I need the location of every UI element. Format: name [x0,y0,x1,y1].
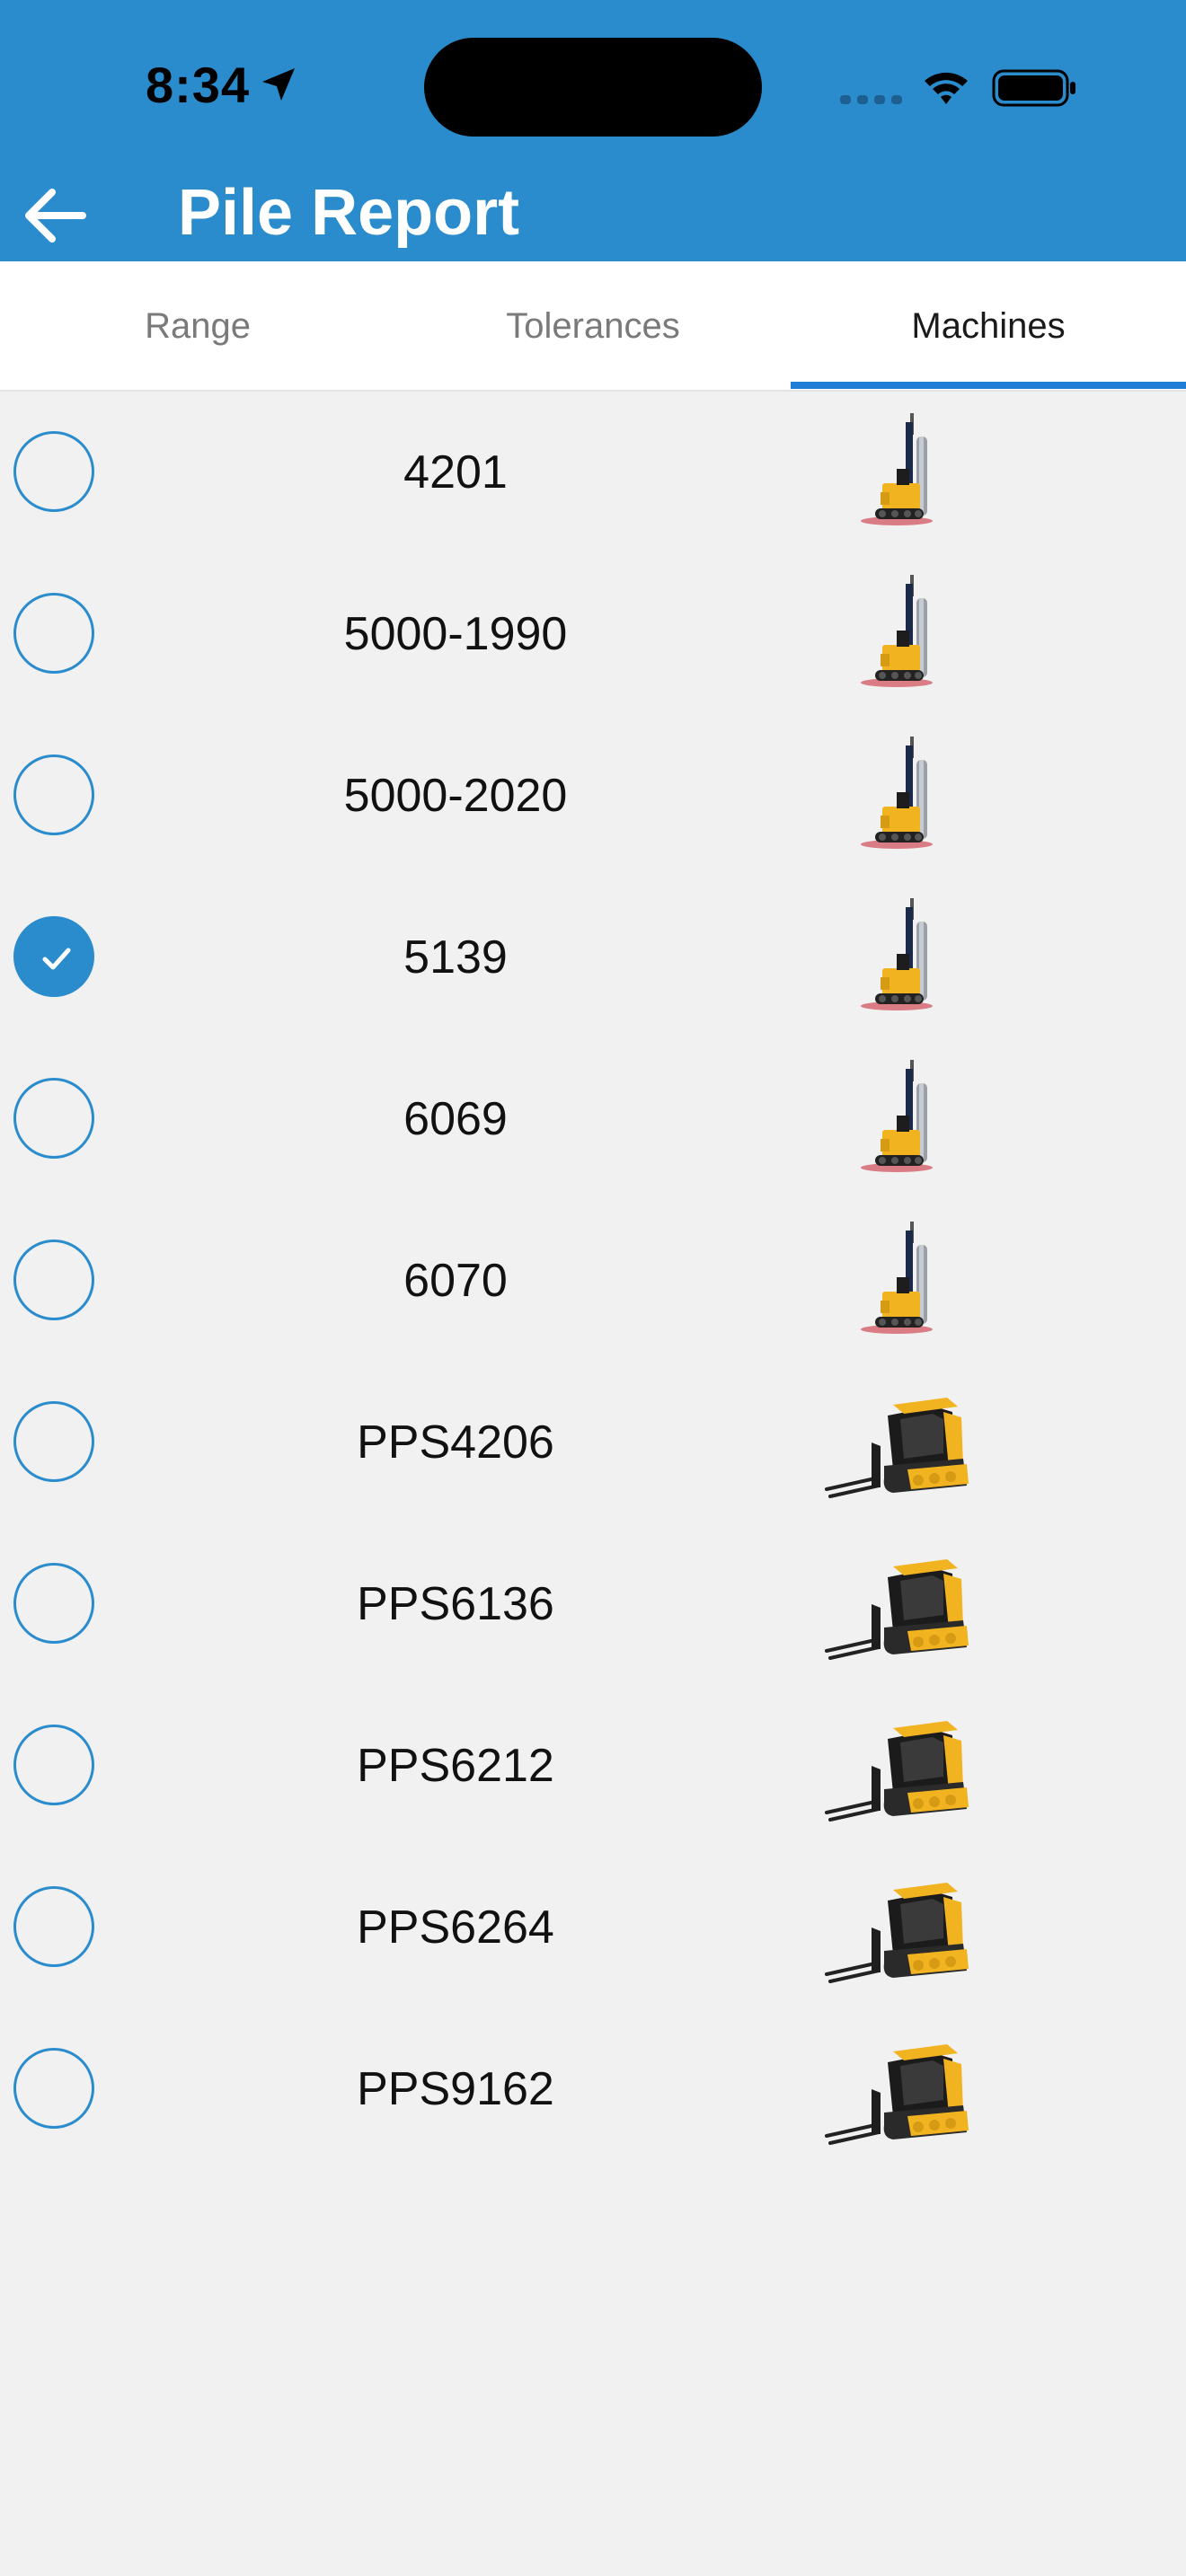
machine-id: PPS4206 [357,1416,554,1469]
radio-unchecked[interactable] [13,1401,94,1482]
machine-id: 5000-1990 [343,608,568,660]
machine-row[interactable]: PPS6264 [0,1847,1186,2008]
tab-tolerances[interactable]: Tolerances [395,261,791,392]
skid-steer-icon [825,1883,969,1983]
machine-id: 6070 [403,1255,508,1307]
machine-id: 5000-2020 [343,770,568,822]
machine-id: 6069 [403,1093,508,1145]
page-title: Pile Report [178,177,520,249]
skid-steer-icon [825,1559,969,1660]
machine-row[interactable]: 5000-2020 [0,715,1186,877]
radio-unchecked[interactable] [13,1886,94,1967]
machine-row[interactable]: PPS6212 [0,1685,1186,1847]
radio-unchecked[interactable] [13,1563,94,1644]
machine-id: PPS6212 [357,1740,554,1792]
tab-range[interactable]: Range [0,261,395,392]
radio-unchecked[interactable] [13,754,94,835]
machine-row[interactable]: 6070 [0,1200,1186,1362]
checkmark-icon [42,948,71,970]
machine-id: 4201 [403,446,508,498]
radio-unchecked[interactable] [13,593,94,674]
machine-row[interactable]: PPS4206 [0,1362,1186,1523]
pile-driver-icon [861,575,933,687]
machine-row[interactable]: 5000-1990 [0,553,1186,715]
skid-steer-icon [825,1398,969,1498]
wifi-icon [925,72,968,104]
location-arrow-icon [262,68,295,101]
machine-row[interactable]: PPS9162 [0,2008,1186,2170]
machine-id: PPS6264 [357,1901,554,1954]
radio-unchecked[interactable] [13,431,94,512]
machine-row[interactable]: 6069 [0,1038,1186,1200]
tab-machines[interactable]: Machines [791,261,1186,392]
skid-steer-icon [825,1721,969,1822]
active-tab-indicator [791,382,1186,389]
machine-id: 5139 [403,931,508,984]
radio-checked[interactable] [13,916,94,997]
status-time: 8:34 [146,57,251,113]
radio-unchecked[interactable] [13,1239,94,1320]
machine-row[interactable]: 5139 [0,877,1186,1038]
pile-driver-icon [861,413,933,525]
radio-unchecked[interactable] [13,1725,94,1805]
pile-driver-icon [861,737,933,849]
pile-driver-icon [861,898,933,1010]
pile-driver-icon [861,1222,933,1334]
skid-steer-icon [825,2044,969,2145]
battery-icon [992,69,1075,107]
back-arrow-icon[interactable] [20,180,92,251]
machine-id: PPS9162 [357,2063,554,2115]
radio-unchecked[interactable] [13,1078,94,1159]
cellular-signal-icon [840,95,902,104]
machine-row[interactable]: 4201 [0,392,1186,553]
machine-row[interactable]: PPS6136 [0,1523,1186,1685]
dynamic-island [424,38,762,137]
tab-bar: Range Tolerances Machines [0,261,1186,392]
radio-unchecked[interactable] [13,2048,94,2129]
app-header: 8:34 Pile Report [0,0,1186,261]
pile-driver-icon [861,1060,933,1172]
machine-id: PPS6136 [357,1578,554,1630]
